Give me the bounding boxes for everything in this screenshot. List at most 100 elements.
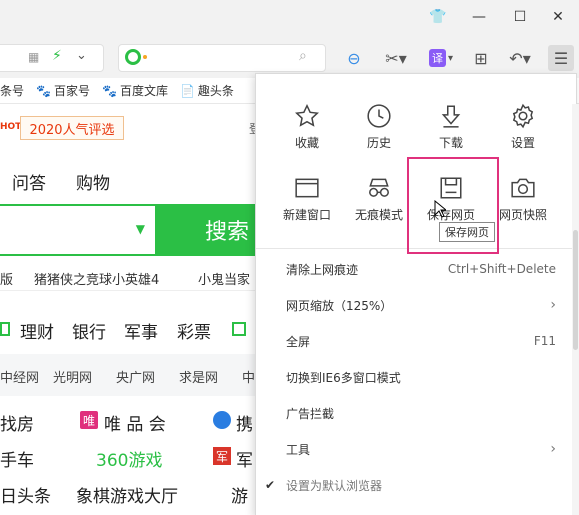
menu-item-label: 设置为默认浏览器 (286, 478, 383, 493)
clock-icon (366, 98, 392, 134)
trending-item[interactable]: 猪猪侠之竞球小英雄4 (34, 269, 159, 288)
menu-grid-label: 设置 (510, 136, 535, 150)
vip-icon: 唯 (80, 411, 98, 429)
menu-settings[interactable]: 设置 (488, 98, 558, 162)
translate-icon[interactable]: 译 ▾ (424, 46, 458, 70)
main-search-button[interactable]: 搜索 (157, 204, 255, 256)
military-icon: 军 (213, 447, 231, 465)
close-button[interactable]: ✕ (537, 0, 579, 34)
bookmark-label: 趣头条 (197, 84, 234, 98)
site-link[interactable]: 央广网 (116, 367, 155, 386)
browser-menu: 收藏 历史 下载 设置 新建窗口 无痕模式 保存网页 网页快照 清除上网痕迹 C… (255, 73, 577, 515)
trending-item[interactable]: 小鬼当家 (198, 269, 254, 288)
document-icon: 📄 (179, 83, 195, 98)
menu-default-browser[interactable]: ✔ 设置为默认浏览器 (256, 467, 576, 503)
bookmark-item[interactable]: 条号 (0, 82, 24, 99)
menu-button[interactable]: ☰ (548, 45, 574, 71)
nav-bank[interactable]: 银行 (72, 318, 106, 343)
lightning-icon[interactable]: ⚡ (52, 48, 62, 64)
menu-new-window[interactable]: 新建窗口 (272, 170, 342, 234)
link-chess[interactable]: 象棋游戏大厅 (76, 482, 178, 507)
menu-favorites[interactable]: 收藏 (272, 98, 342, 162)
chevron-right-icon: › (550, 441, 556, 457)
link-used-car[interactable]: 手车 (0, 446, 34, 471)
shortcut-label: Ctrl+Shift+Delete (447, 262, 556, 276)
menu-grid-label: 无痕模式 (354, 208, 403, 222)
paw-icon: 🐾 (36, 83, 51, 98)
bookmark-label: 百家号 (53, 84, 90, 98)
cursor-icon (434, 199, 448, 218)
search-input[interactable]: ⌕ (118, 44, 326, 72)
hot-badge: HOT (0, 122, 22, 132)
apps-grid-icon[interactable]: ⊞ (470, 46, 492, 70)
tab-shopping[interactable]: 购物 (76, 169, 110, 194)
grid-small-icon[interactable]: ▦ (28, 50, 39, 64)
scrollbar-thumb[interactable] (573, 230, 578, 350)
divider (0, 290, 255, 291)
check-icon: ✔ (265, 478, 276, 492)
skin-button[interactable]: 👕 (417, 0, 459, 34)
link-housing[interactable]: 找房 (0, 410, 34, 435)
menu-ie6-mode[interactable]: 切换到IE6多窗口模式 (256, 359, 576, 395)
bookmark-item[interactable]: 🐾 百家号 (36, 82, 90, 99)
link-toutiao[interactable]: 日头条 (0, 482, 51, 507)
site-link[interactable]: 中 (242, 367, 255, 386)
bookmark-item[interactable]: 📄 趣头条 (180, 82, 234, 99)
chevron-right-icon: › (550, 297, 556, 313)
menu-grid-label: 新建窗口 (282, 208, 331, 222)
menu-grid-label: 历史 (366, 136, 391, 150)
link-360-games[interactable]: 360游戏 (96, 446, 162, 471)
ctrip-icon (213, 411, 231, 429)
menu-item-label: 网页缩放（125%） (286, 298, 393, 313)
category-icon (232, 322, 246, 336)
menu-download[interactable]: 下载 (416, 98, 486, 162)
site-link[interactable]: 中经网 (0, 367, 39, 386)
gear-icon (510, 98, 536, 134)
link-games[interactable]: 游 (231, 482, 248, 507)
finance-icon (0, 322, 10, 336)
menu-grid-label: 网页快照 (498, 208, 547, 222)
engine-dot (143, 55, 147, 59)
menu-grid-label: 下载 (438, 136, 463, 150)
link-ctrip[interactable]: 携 (236, 410, 253, 435)
search-engine-icon[interactable] (125, 49, 141, 65)
menu-history[interactable]: 历史 (344, 98, 414, 162)
menu-adblock[interactable]: 广告拦截 (256, 395, 576, 431)
menu-grid-label: 收藏 (294, 136, 319, 150)
menu-fullscreen[interactable]: 全屏 F11 (256, 323, 576, 359)
shortcut-label: F11 (533, 334, 556, 348)
menu-item-label: 广告拦截 (286, 406, 335, 421)
site-link[interactable]: 光明网 (53, 367, 92, 386)
main-search-input[interactable]: ▼ (0, 204, 157, 256)
menu-zoom[interactable]: 网页缩放（125%） › (256, 287, 576, 323)
tooltip: 保存网页 (439, 222, 495, 242)
bookmark-item[interactable]: 🐾 百度文库 (102, 82, 168, 99)
paw-icon: 🐾 (101, 83, 117, 98)
search-icon[interactable]: ⌕ (299, 48, 307, 64)
trending-item[interactable]: 版 (0, 269, 13, 288)
nav-military[interactable]: 军事 (124, 318, 158, 343)
chevron-down-icon[interactable]: ⌄ (76, 48, 87, 63)
nav-finance[interactable]: 理财 (20, 318, 54, 343)
tab-qa[interactable]: 问答 (12, 169, 46, 194)
maximize-button[interactable]: ☐ (499, 0, 541, 34)
download-icon (438, 98, 464, 134)
hot-ranking-link[interactable]: 2020人气评选 (20, 116, 124, 140)
search-dropdown-icon[interactable]: ▼ (136, 222, 145, 236)
minimize-button[interactable]: — (458, 0, 500, 34)
link-military[interactable]: 军 (236, 446, 253, 471)
menu-item-label: 切换到IE6多窗口模式 (286, 370, 401, 385)
scissors-icon[interactable]: ✂▾ (380, 46, 412, 70)
address-bar[interactable]: ▦ ⚡ ⌄ (0, 44, 104, 72)
nav-lottery[interactable]: 彩票 (177, 318, 211, 343)
site-link[interactable]: 求是网 (179, 367, 218, 386)
menu-incognito[interactable]: 无痕模式 (344, 170, 414, 234)
undo-icon[interactable]: ↶▾ (505, 46, 535, 70)
link-vip[interactable]: 唯 品 会 (104, 410, 166, 435)
adblock-icon[interactable]: ⊖ (342, 46, 366, 70)
menu-tools[interactable]: 工具 › (256, 431, 576, 467)
menu-clear-history[interactable]: 清除上网痕迹 Ctrl+Shift+Delete (256, 251, 576, 287)
bookmark-label: 条号 (0, 84, 25, 98)
menu-item-label: 工具 (286, 442, 311, 457)
menu-item-label: 全屏 (286, 334, 311, 349)
